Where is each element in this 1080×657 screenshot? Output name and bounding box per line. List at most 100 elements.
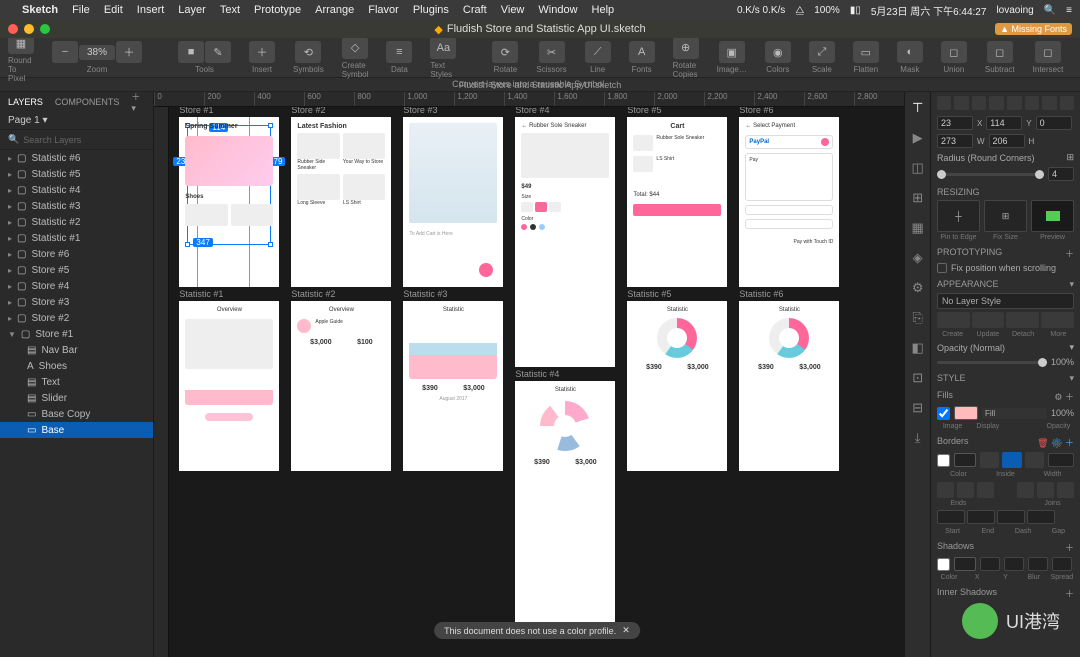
join-1[interactable]	[1017, 482, 1034, 498]
disclosure-icon[interactable]: ▸	[8, 218, 12, 227]
artboard[interactable]: Store #4← Rubber Sole Sneaker$49SizeColo…	[515, 117, 615, 367]
menu-view[interactable]: View	[501, 4, 525, 16]
layer-row[interactable]: ▸▢Statistic #6	[0, 150, 153, 166]
layer-row[interactable]: ▤Nav Bar	[0, 342, 153, 358]
layer-row[interactable]: ▸▢Statistic #3	[0, 198, 153, 214]
fill-type-select[interactable]: Fill	[982, 408, 1047, 419]
angle-input[interactable]	[1036, 116, 1072, 130]
toolbar-btn[interactable]: ◇	[342, 37, 368, 59]
menu-plugins[interactable]: Plugins	[413, 4, 449, 16]
menu-edit[interactable]: Edit	[104, 4, 123, 16]
ab6-icon[interactable]: ⊡	[910, 370, 926, 386]
link-icon[interactable]: ⎘	[910, 310, 926, 326]
menu-text[interactable]: Text	[220, 4, 240, 16]
fill-enabled-checkbox[interactable]	[937, 407, 950, 420]
toolbar-btn[interactable]: ⟳	[492, 41, 518, 63]
layer-row[interactable]: ▸▢Statistic #4	[0, 182, 153, 198]
add-icon[interactable]: ＋	[1065, 587, 1074, 600]
artboard-label[interactable]: Store #5	[627, 107, 661, 115]
close-window[interactable]	[8, 24, 18, 34]
layer-row[interactable]: ▤Slider	[0, 390, 153, 406]
artboard-label[interactable]: Statistic #4	[515, 369, 559, 379]
export-icon[interactable]: ⤓	[910, 430, 926, 446]
chevron-down-icon[interactable]: ▾	[1069, 279, 1074, 290]
layer-row[interactable]: ▸▢Store #4	[0, 278, 153, 294]
layer-row[interactable]: ▭Base	[0, 422, 153, 438]
artboard-label[interactable]: Statistic #6	[739, 289, 783, 299]
toolbar-btn[interactable]: ◻	[1035, 41, 1061, 63]
join-2[interactable]	[1037, 482, 1054, 498]
status-user[interactable]: lovaoing	[996, 5, 1033, 16]
menu-layer[interactable]: Layer	[178, 4, 206, 16]
toolbar-btn[interactable]: ✂	[539, 41, 565, 63]
fill-swatch[interactable]	[954, 406, 978, 420]
artboard-label[interactable]: Statistic #5	[627, 289, 671, 299]
search-layers-input[interactable]: 🔍Search Layers	[0, 130, 153, 150]
toolbar-btn[interactable]: Aa	[430, 37, 456, 59]
toolbar-btn[interactable]: ＋	[249, 41, 275, 63]
layer-row[interactable]: ▸▢Store #5	[0, 262, 153, 278]
join-3[interactable]	[1057, 482, 1074, 498]
dash-start[interactable]	[937, 510, 965, 524]
zoom-in[interactable]: ＋	[116, 41, 142, 63]
menu-prototype[interactable]: Prototype	[254, 4, 301, 16]
artboard[interactable]: Statistic #3Statistic$390$3,000August 20…	[403, 301, 503, 471]
status-datetime[interactable]: 5月23日 周六 下午6:44:27	[871, 3, 987, 18]
border-outside-btn[interactable]	[1025, 452, 1044, 468]
fix-size-control[interactable]: ⊞	[984, 200, 1027, 232]
layers-tab[interactable]: LAYERS	[8, 97, 43, 107]
ab7-icon[interactable]: ⊟	[910, 400, 926, 416]
artboard-label[interactable]: Store #4	[515, 107, 549, 115]
toolbar-btn[interactable]: ◉	[765, 41, 791, 63]
pos-y-input[interactable]	[986, 116, 1022, 130]
zoom-level[interactable]: 38%	[79, 45, 115, 60]
disclosure-open-icon[interactable]: ▼	[8, 330, 16, 339]
ab4-icon[interactable]: ◈	[910, 250, 926, 266]
layer-row[interactable]: ▸▢Store #6	[0, 246, 153, 262]
pos-x-input[interactable]	[937, 116, 973, 130]
canvas[interactable]: Store #11142379347Spring SummerShoes Stat…	[169, 107, 904, 657]
artboard[interactable]: Statistic #5Statistic$390$3,000	[627, 301, 727, 471]
add-fill-icon[interactable]: ＋	[1065, 392, 1074, 402]
artboard-label[interactable]: Store #3	[403, 107, 437, 115]
opacity-slider[interactable]	[937, 361, 1047, 364]
notifications-icon[interactable]: ≡	[1066, 5, 1072, 16]
artboard[interactable]: Store #11142379347Spring SummerShoes	[179, 117, 279, 287]
page-selector[interactable]: Page 1 ▾	[0, 112, 153, 130]
end-cap-2[interactable]	[957, 482, 974, 498]
artboard-label[interactable]: Statistic #3	[403, 289, 447, 299]
ruler-horizontal[interactable]: 02004006008001,0001,2001,4001,6001,8002,…	[154, 92, 904, 107]
style-detach-btn[interactable]	[1006, 312, 1039, 328]
toolbar-btn[interactable]: ≡	[386, 41, 412, 63]
style-update-btn[interactable]	[972, 312, 1005, 328]
ab1-icon[interactable]: ◫	[910, 160, 926, 176]
artboard[interactable]: Store #2Latest FashionRubber Side Sneake…	[291, 117, 391, 287]
toolbar-btn[interactable]: ◻	[987, 41, 1013, 63]
layer-row[interactable]: ▸▢Store #2	[0, 310, 153, 326]
gear-icon[interactable]: ⚙	[1054, 392, 1062, 402]
layer-row[interactable]: AShoes	[0, 358, 153, 374]
pin-edge-control[interactable]: ┼	[937, 200, 980, 232]
toolbar-btn[interactable]: ◻	[941, 41, 967, 63]
radius-input[interactable]	[1048, 167, 1074, 181]
border-center-btn[interactable]	[1002, 452, 1021, 468]
layer-row[interactable]: ▤Text	[0, 374, 153, 390]
radius-slider[interactable]	[937, 173, 1044, 176]
align-controls[interactable]	[937, 96, 1074, 110]
layer-row[interactable]: ▸▢Statistic #1	[0, 230, 153, 246]
toolbar-btn[interactable]: ■	[178, 41, 204, 63]
disclosure-icon[interactable]: ▸	[8, 234, 12, 243]
wifi-icon[interactable]: ⧋	[795, 5, 804, 16]
toolbar-btn[interactable]: ✎	[205, 41, 231, 63]
dash-dash[interactable]	[997, 510, 1025, 524]
play-icon[interactable]: ▶	[910, 130, 926, 146]
toolbar-btn[interactable]: ⊕	[673, 37, 699, 59]
end-cap-3[interactable]	[977, 482, 994, 498]
style-create-btn[interactable]	[937, 312, 970, 328]
disclosure-icon[interactable]: ▸	[8, 170, 12, 179]
ab5-icon[interactable]: ◧	[910, 340, 926, 356]
toolbar-btn[interactable]: ⟲	[295, 41, 321, 63]
layer-style-select[interactable]: No Layer Style	[937, 293, 1074, 309]
add-icon[interactable]: ＋	[1065, 247, 1074, 260]
minimize-window[interactable]	[24, 24, 34, 34]
